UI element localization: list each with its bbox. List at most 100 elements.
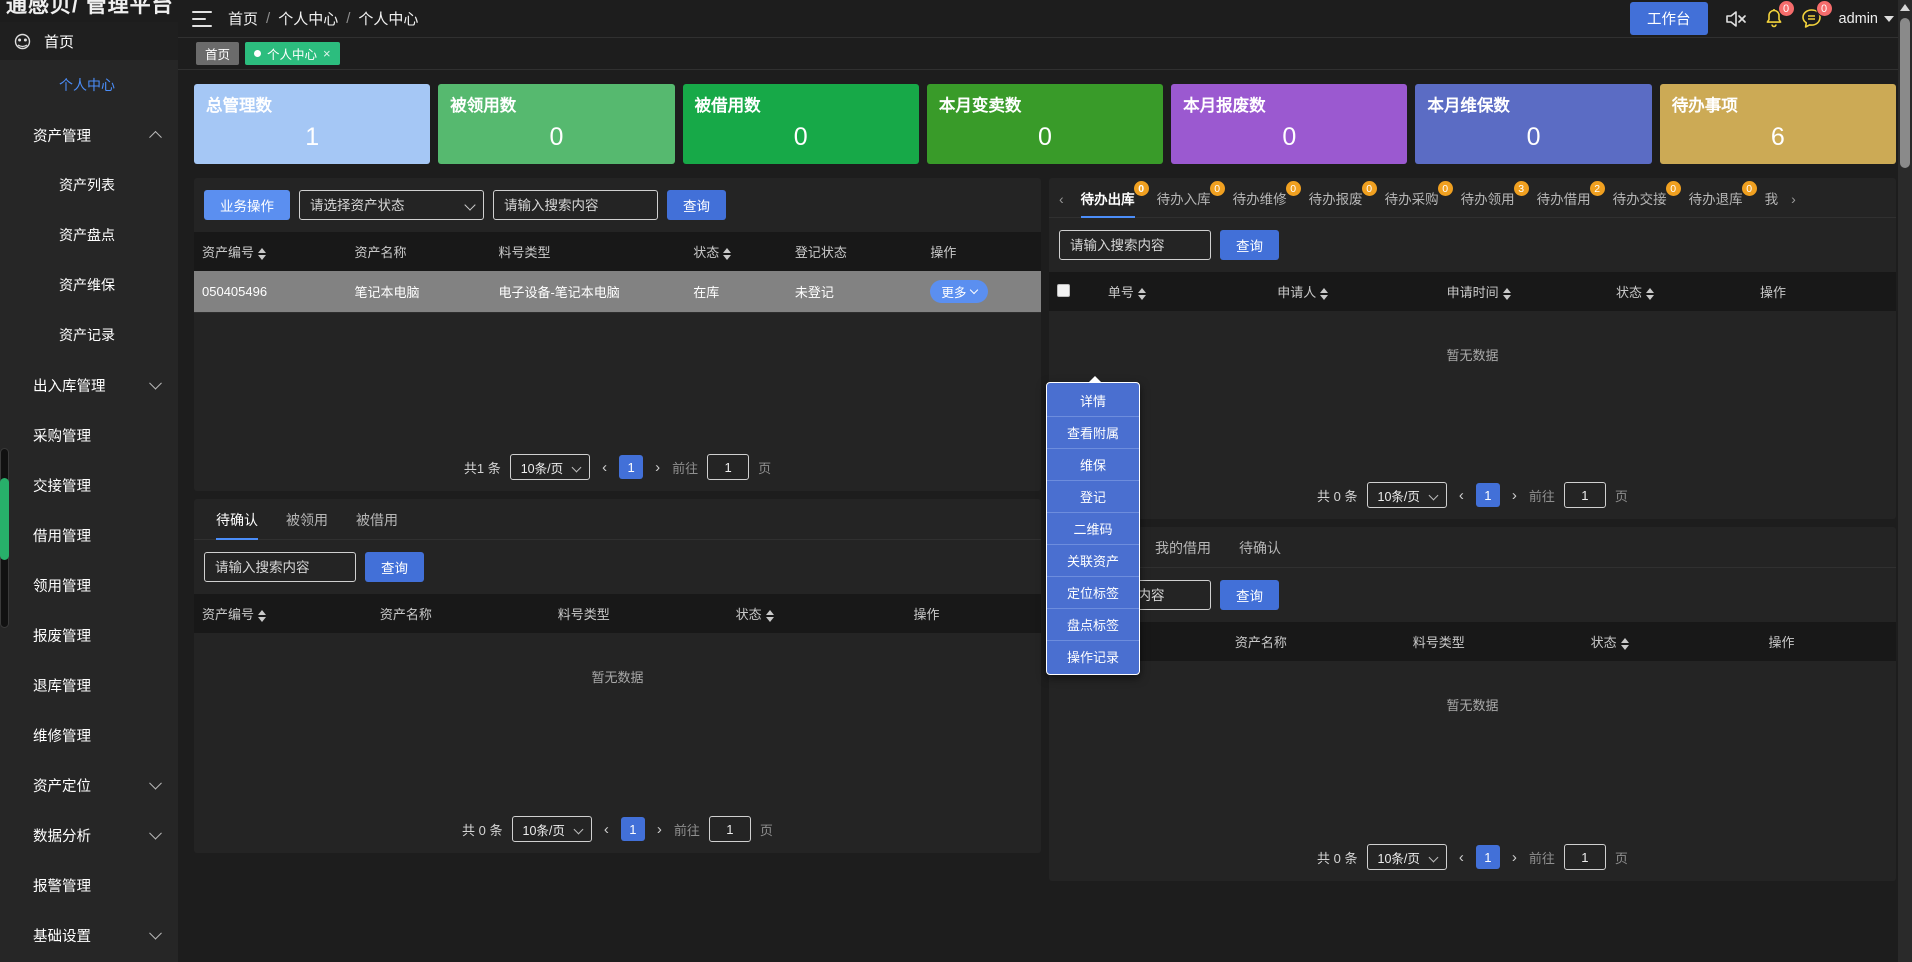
prev-page-button[interactable]: ‹ [601, 821, 612, 838]
todo-query-button[interactable]: 查询 [1220, 230, 1279, 260]
sidebar-item-12[interactable]: 退库管理 [0, 660, 178, 710]
stat-card-0[interactable]: 总管理数1 [194, 84, 430, 164]
sidebar-item-7[interactable]: 采购管理 [0, 410, 178, 460]
prev-page-button[interactable]: ‹ [1456, 849, 1467, 866]
page-size-select[interactable]: 10条/页 [512, 816, 592, 842]
more-menu-item-4[interactable]: 二维码 [1047, 513, 1139, 545]
sort-icon[interactable] [723, 248, 731, 260]
asset-status-select-input[interactable] [299, 190, 484, 220]
confirm-tab-1[interactable]: 被领用 [272, 510, 342, 539]
sidebar-item-1[interactable]: 资产管理 [0, 110, 178, 160]
asset-status-select[interactable] [299, 190, 484, 220]
more-menu-item-7[interactable]: 盘点标签 [1047, 609, 1139, 641]
page-tag-0[interactable]: 首页 [196, 42, 239, 65]
page-number-1[interactable]: 1 [1476, 483, 1500, 507]
breadcrumb-item-2[interactable]: 个人中心 [358, 8, 418, 29]
sidebar-item-13[interactable]: 维修管理 [0, 710, 178, 760]
hamburger-icon[interactable] [192, 11, 212, 27]
sidebar-item-home[interactable]: 首页 [0, 22, 178, 60]
more-menu-item-5[interactable]: 关联资产 [1047, 545, 1139, 577]
sort-icon[interactable] [1138, 288, 1146, 300]
confirm-tab-0[interactable]: 待确认 [202, 510, 272, 539]
prev-page-button[interactable]: ‹ [1456, 487, 1467, 504]
more-menu-item-6[interactable]: 定位标签 [1047, 577, 1139, 609]
more-menu-item-0[interactable]: 详情 [1047, 385, 1139, 417]
mine-query-button[interactable]: 查询 [1220, 580, 1279, 610]
todo-tab-5[interactable]: 待办领用3 [1450, 188, 1526, 217]
next-page-button[interactable]: › [654, 821, 665, 838]
sidebar-item-3[interactable]: 资产盘点 [0, 210, 178, 260]
next-page-button[interactable]: › [1509, 849, 1520, 866]
stat-card-1[interactable]: 被领用数0 [438, 84, 674, 164]
sort-icon[interactable] [1621, 638, 1629, 650]
stat-card-5[interactable]: 本月维保数0 [1415, 84, 1651, 164]
asset-search-input[interactable] [493, 190, 658, 220]
todo-tab-6[interactable]: 待办借用2 [1526, 188, 1602, 217]
sidebar-scrollbar-thumb[interactable] [0, 478, 9, 560]
more-menu-item-2[interactable]: 维保 [1047, 449, 1139, 481]
page-number-1[interactable]: 1 [621, 817, 645, 841]
sidebar-item-16[interactable]: 报警管理 [0, 860, 178, 910]
todo-tab-2[interactable]: 待办维修0 [1222, 188, 1298, 217]
breadcrumb-item-1[interactable]: 个人中心 [278, 8, 338, 29]
prev-page-button[interactable]: ‹ [599, 459, 610, 476]
more-menu-item-1[interactable]: 查看附属 [1047, 417, 1139, 449]
stat-card-2[interactable]: 被借用数0 [683, 84, 919, 164]
asset-query-button[interactable]: 查询 [667, 190, 726, 220]
more-dropdown-menu[interactable]: 详情查看附属维保登记二维码关联资产定位标签盘点标签操作记录 [1046, 382, 1140, 675]
page-number-1[interactable]: 1 [619, 455, 643, 479]
page-scrollbar[interactable] [1898, 0, 1912, 962]
todo-tab-4[interactable]: 待办采购0 [1374, 188, 1450, 217]
scroll-up-icon[interactable] [1900, 4, 1910, 11]
mine-tab-2[interactable]: 待确认 [1225, 538, 1295, 567]
tabs-next-arrow[interactable]: › [1789, 191, 1802, 215]
page-size-select[interactable]: 10条/页 [510, 454, 590, 480]
sort-icon[interactable] [766, 610, 774, 622]
goto-page-input[interactable] [1564, 844, 1606, 870]
todo-tab-8[interactable]: 待办退库0 [1678, 188, 1754, 217]
goto-page-input[interactable] [1564, 482, 1606, 508]
table-row[interactable]: 050405496笔记本电脑电子设备-笔记本电脑在库未登记更多 [194, 271, 1041, 313]
sidebar-item-17[interactable]: 基础设置 [0, 910, 178, 960]
page-tag-1[interactable]: 个人中心× [245, 42, 340, 65]
workbench-button[interactable]: 工作台 [1630, 2, 1708, 35]
page-size-select[interactable]: 10条/页 [1367, 844, 1447, 870]
sort-icon[interactable] [258, 610, 266, 622]
sidebar-item-10[interactable]: 领用管理 [0, 560, 178, 610]
stat-card-3[interactable]: 本月变卖数0 [927, 84, 1163, 164]
sidebar-item-4[interactable]: 资产维保 [0, 260, 178, 310]
sidebar-item-14[interactable]: 资产定位 [0, 760, 178, 810]
sidebar-item-2[interactable]: 资产列表 [0, 160, 178, 210]
sidebar-item-9[interactable]: 借用管理 [0, 510, 178, 560]
goto-page-input[interactable] [707, 454, 749, 480]
close-icon[interactable]: × [323, 46, 331, 61]
more-actions-button[interactable]: 更多 [930, 280, 988, 303]
sidebar-item-11[interactable]: 报废管理 [0, 610, 178, 660]
bell-icon[interactable]: 0 [1764, 8, 1784, 29]
todo-search-input[interactable] [1059, 230, 1211, 260]
tabs-prev-arrow[interactable]: ‹ [1057, 191, 1070, 215]
confirm-search-input[interactable] [204, 552, 356, 582]
todo-tab-7[interactable]: 待办交接0 [1602, 188, 1678, 217]
sidebar-item-8[interactable]: 交接管理 [0, 460, 178, 510]
sort-icon[interactable] [1646, 288, 1654, 300]
stat-card-4[interactable]: 本月报废数0 [1171, 84, 1407, 164]
confirm-query-button[interactable]: 查询 [365, 552, 424, 582]
todo-tab-3[interactable]: 待办报废0 [1298, 188, 1374, 217]
next-page-button[interactable]: › [652, 459, 663, 476]
sidebar-item-5[interactable]: 资产记录 [0, 310, 178, 360]
stat-card-6[interactable]: 待办事项6 [1660, 84, 1896, 164]
more-menu-item-8[interactable]: 操作记录 [1047, 641, 1139, 672]
sort-icon[interactable] [1503, 288, 1511, 300]
sort-icon[interactable] [1320, 288, 1328, 300]
more-menu-item-3[interactable]: 登记 [1047, 481, 1139, 513]
next-page-button[interactable]: › [1509, 487, 1520, 504]
page-scrollbar-thumb[interactable] [1900, 18, 1910, 168]
sidebar-item-15[interactable]: 数据分析 [0, 810, 178, 860]
sort-icon[interactable] [258, 248, 266, 260]
mine-tab-1[interactable]: 我的借用 [1141, 538, 1225, 567]
business-operation-button[interactable]: 业务操作 [204, 190, 290, 220]
page-number-1[interactable]: 1 [1476, 845, 1500, 869]
page-size-select[interactable]: 10条/页 [1367, 482, 1447, 508]
goto-page-input[interactable] [709, 816, 751, 842]
